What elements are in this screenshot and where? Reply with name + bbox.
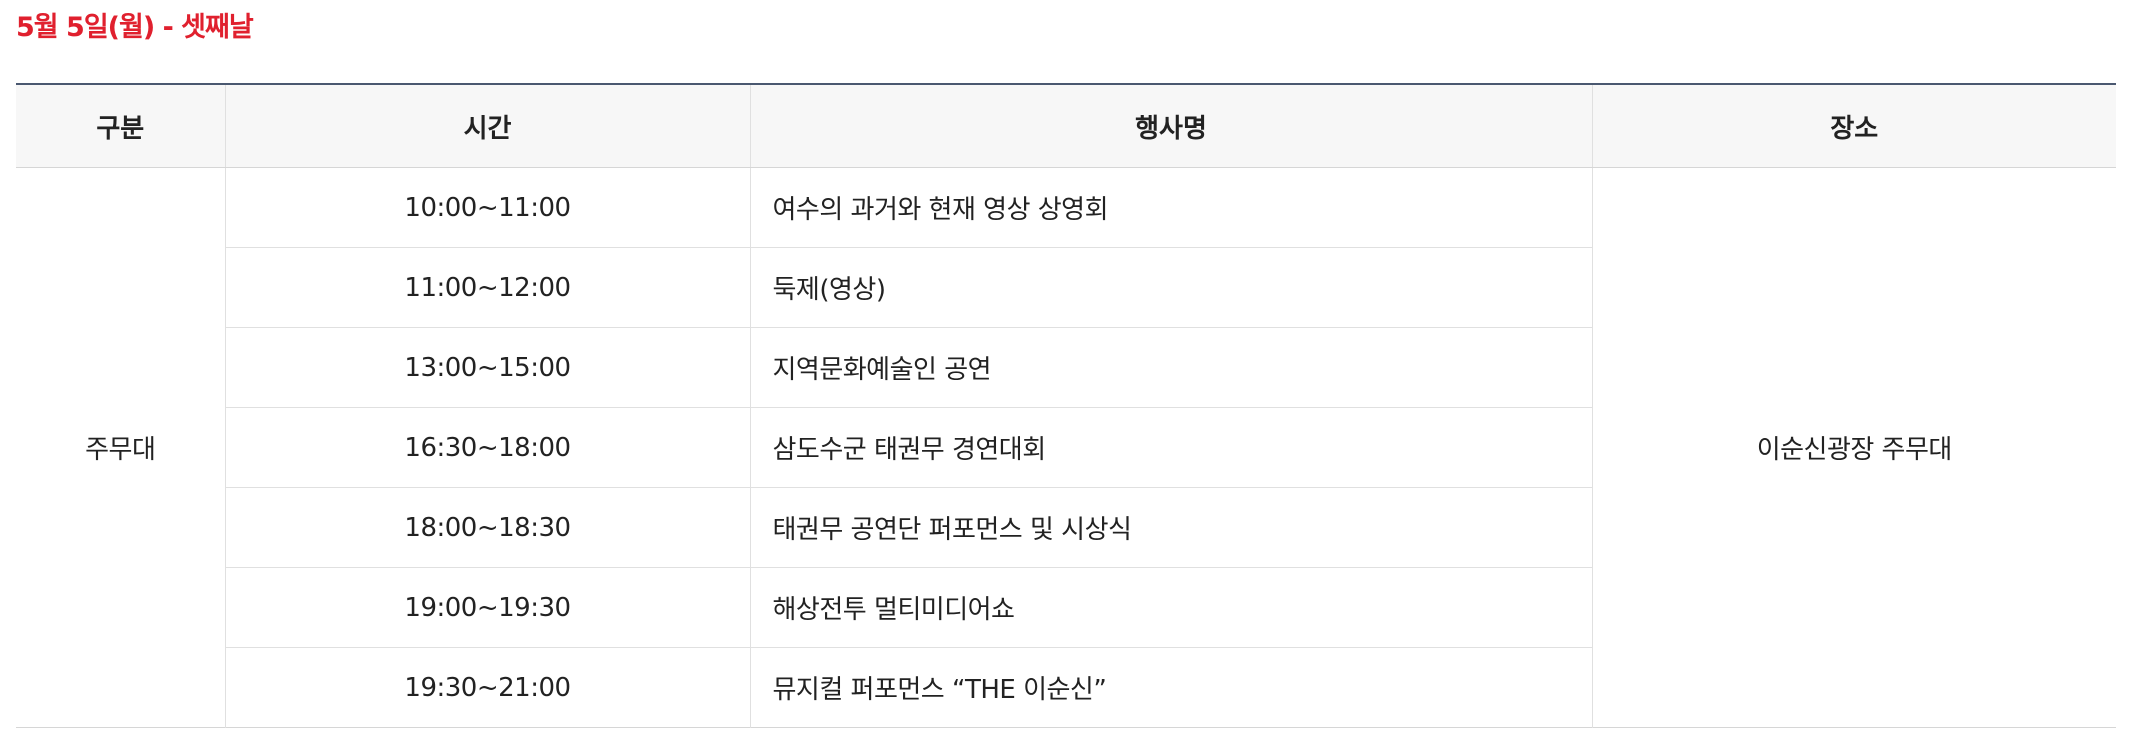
- time-cell: 19:00~19:30: [224, 567, 750, 648]
- time-cell: 16:30~18:00: [224, 407, 750, 488]
- time-cell: 13:00~15:00: [224, 327, 750, 408]
- venue-cell: 이순신광장 주무대: [1591, 167, 2116, 728]
- category-cell: 주무대: [16, 167, 225, 728]
- table-header-row: 구분 시간 행사명 장소: [16, 84, 2116, 168]
- event-cell: 태권무 공연단 퍼포먼스 및 시상식: [749, 487, 1592, 568]
- time-cell: 18:00~18:30: [224, 487, 750, 568]
- time-cell: 19:30~21:00: [224, 647, 750, 728]
- day-title: 5월 5일(월) - 셋째날: [16, 12, 254, 43]
- event-cell: 해상전투 멀티미디어쇼: [749, 567, 1592, 648]
- header-venue: 장소: [1591, 84, 2116, 168]
- event-cell: 뮤지컬 퍼포먼스 “THE 이순신”: [749, 647, 1592, 728]
- event-cell: 삼도수군 태권무 경연대회: [749, 407, 1592, 488]
- time-cell: 11:00~12:00: [224, 247, 750, 328]
- time-cell: 10:00~11:00: [224, 167, 750, 248]
- header-event: 행사명: [749, 84, 1592, 168]
- header-category: 구분: [16, 84, 225, 168]
- schedule-table: 구분 시간 행사명 장소 주무대 10:00~11:00 여수의 과거와 현재 …: [16, 83, 2116, 728]
- event-cell: 지역문화예술인 공연: [749, 327, 1592, 408]
- event-cell: 둑제(영상): [749, 247, 1592, 328]
- table-row: 주무대 10:00~11:00 여수의 과거와 현재 영상 상영회 이순신광장 …: [16, 167, 2116, 728]
- header-time: 시간: [224, 84, 750, 168]
- event-cell: 여수의 과거와 현재 영상 상영회: [749, 167, 1592, 248]
